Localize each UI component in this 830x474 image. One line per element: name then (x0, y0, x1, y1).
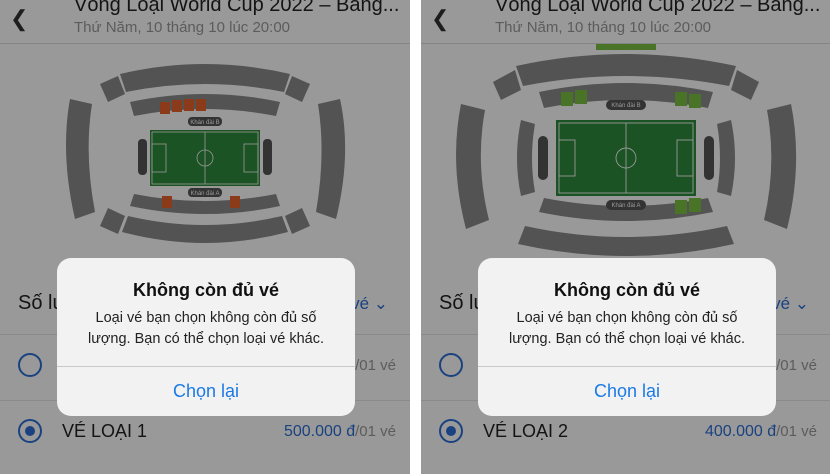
choose-again-button[interactable]: Chọn lại (57, 367, 355, 416)
choose-again-button[interactable]: Chọn lại (478, 367, 776, 416)
panel-divider (410, 0, 421, 474)
alert-message: Loại vé bạn chọn không còn đủ số lượng. … (87, 310, 325, 347)
screen-panel-left: ❮ Vòng Loại World Cup 2022 – Bảng... Thứ… (0, 0, 410, 474)
alert-dialog: Không còn đủ vé Loại vé bạn chọn không c… (57, 258, 355, 416)
alert-title: Không còn đủ vé (133, 280, 279, 300)
alert-dialog: Không còn đủ vé Loại vé bạn chọn không c… (478, 258, 776, 416)
alert-title: Không còn đủ vé (554, 280, 700, 300)
screen-panel-right: ❮ Vòng Loại World Cup 2022 – Bảng... Thứ… (421, 0, 830, 474)
alert-message: Loại vé bạn chọn không còn đủ số lượng. … (508, 310, 746, 347)
